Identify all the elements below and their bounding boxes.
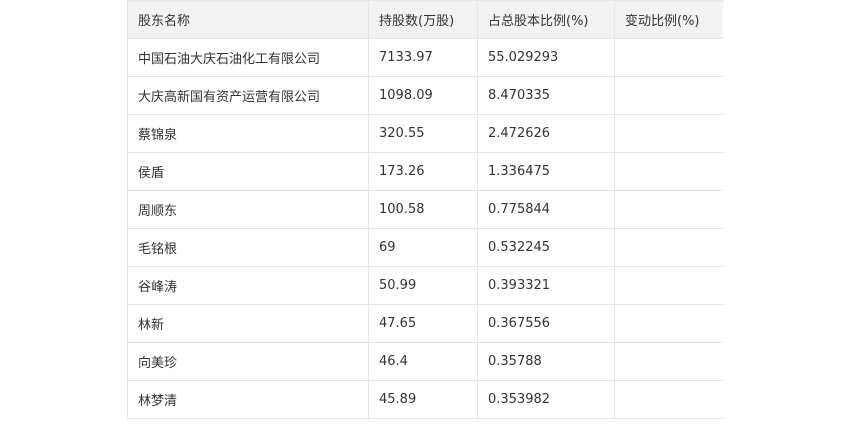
cell-shares-held: 173.26 (368, 152, 478, 191)
cell-shareholder-name: 大庆高新国有资产运营有限公司 (127, 76, 369, 115)
header-change-ratio: 变动比例(%) (614, 0, 723, 39)
cell-shares-held: 1098.09 (368, 76, 478, 115)
cell-shareholder-name: 侯盾 (127, 152, 369, 191)
cell-shares-held: 69 (368, 228, 478, 267)
cell-change-ratio (614, 228, 723, 267)
cell-change-ratio (614, 304, 723, 343)
cell-shares-held: 7133.97 (368, 38, 478, 77)
cell-share-ratio: 55.029293 (477, 38, 615, 77)
cell-shares-held: 320.55 (368, 114, 478, 153)
table-header: 股东名称 持股数(万股) 占总股本比例(%) 变动比例(%) (127, 0, 723, 39)
header-shares-held: 持股数(万股) (368, 0, 478, 39)
cell-shares-held: 45.89 (368, 380, 478, 419)
cell-shareholder-name: 蔡锦泉 (127, 114, 369, 153)
cell-shares-held: 50.99 (368, 266, 478, 305)
cell-shareholder-name: 林梦清 (127, 380, 369, 419)
table-row: 大庆高新国有资产运营有限公司 1098.09 8.470335 (127, 76, 723, 115)
table-row: 毛铭根 69 0.532245 (127, 228, 723, 267)
cell-change-ratio (614, 190, 723, 229)
cell-shareholder-name: 中国石油大庆石油化工有限公司 (127, 38, 369, 77)
cell-shareholder-name: 向美珍 (127, 342, 369, 381)
header-row: 股东名称 持股数(万股) 占总股本比例(%) 变动比例(%) (127, 0, 723, 39)
table-row: 谷峰涛 50.99 0.393321 (127, 266, 723, 305)
cell-share-ratio: 0.393321 (477, 266, 615, 305)
cell-shareholder-name: 毛铭根 (127, 228, 369, 267)
cell-change-ratio (614, 266, 723, 305)
cell-share-ratio: 0.775844 (477, 190, 615, 229)
cell-change-ratio (614, 76, 723, 115)
cell-shareholder-name: 林新 (127, 304, 369, 343)
shareholder-table: 股东名称 持股数(万股) 占总股本比例(%) 变动比例(%) 中国石油大庆石油化… (127, 0, 723, 419)
cell-shareholder-name: 谷峰涛 (127, 266, 369, 305)
cell-change-ratio (614, 380, 723, 419)
table-row: 蔡锦泉 320.55 2.472626 (127, 114, 723, 153)
cell-change-ratio (614, 38, 723, 77)
cell-share-ratio: 8.470335 (477, 76, 615, 115)
cell-shares-held: 46.4 (368, 342, 478, 381)
header-share-ratio: 占总股本比例(%) (477, 0, 615, 39)
table-row: 林梦清 45.89 0.353982 (127, 380, 723, 419)
table-row: 侯盾 173.26 1.336475 (127, 152, 723, 191)
cell-change-ratio (614, 342, 723, 381)
cell-share-ratio: 0.532245 (477, 228, 615, 267)
cell-share-ratio: 0.35788 (477, 342, 615, 381)
table-row: 林新 47.65 0.367556 (127, 304, 723, 343)
cell-share-ratio: 1.336475 (477, 152, 615, 191)
cell-share-ratio: 0.367556 (477, 304, 615, 343)
cell-share-ratio: 0.353982 (477, 380, 615, 419)
table-row: 向美珍 46.4 0.35788 (127, 342, 723, 381)
cell-share-ratio: 2.472626 (477, 114, 615, 153)
cell-change-ratio (614, 152, 723, 191)
table-row: 中国石油大庆石油化工有限公司 7133.97 55.029293 (127, 38, 723, 77)
table-body: 中国石油大庆石油化工有限公司 7133.97 55.029293 大庆高新国有资… (127, 38, 723, 419)
shareholder-table-container: 股东名称 持股数(万股) 占总股本比例(%) 变动比例(%) 中国石油大庆石油化… (127, 0, 723, 430)
table-row: 周顺东 100.58 0.775844 (127, 190, 723, 229)
cell-shares-held: 100.58 (368, 190, 478, 229)
header-shareholder-name: 股东名称 (127, 0, 369, 39)
cell-shares-held: 47.65 (368, 304, 478, 343)
cell-shareholder-name: 周顺东 (127, 190, 369, 229)
cell-change-ratio (614, 114, 723, 153)
